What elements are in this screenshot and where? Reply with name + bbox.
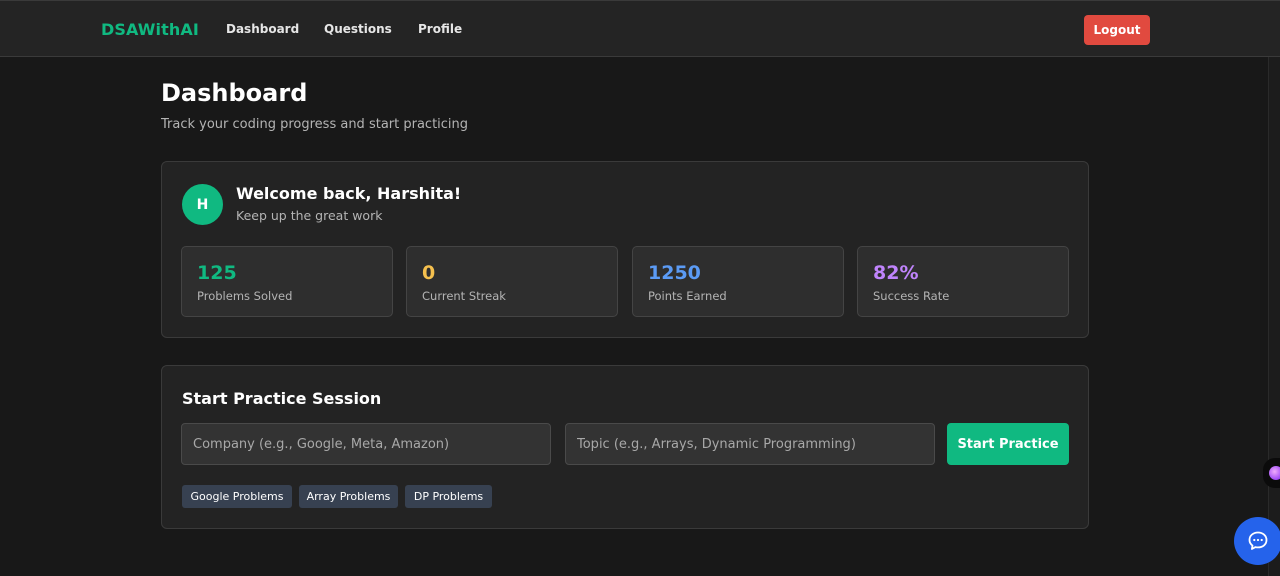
chat-button[interactable] — [1234, 517, 1280, 565]
stat-label: Current Streak — [422, 289, 506, 303]
stat-card-points-earned: 1250 Points Earned — [632, 246, 844, 317]
stat-label: Points Earned — [648, 289, 727, 303]
welcome-title: Welcome back, Harshita! — [236, 184, 462, 203]
avatar: H — [182, 184, 223, 225]
stat-card-success-rate: 82% Success Rate — [857, 246, 1069, 317]
stat-label: Problems Solved — [197, 289, 293, 303]
stat-value: 125 — [197, 262, 237, 284]
assistant-orb-icon[interactable] — [1263, 458, 1280, 488]
welcome-subtitle: Keep up the great work — [236, 208, 383, 223]
chip-google-problems[interactable]: Google Problems — [182, 485, 292, 508]
topic-input[interactable] — [565, 423, 935, 465]
chat-bubble-icon — [1248, 531, 1268, 550]
welcome-card: H Welcome back, Harshita! Keep up the gr… — [161, 161, 1089, 338]
stat-value: 0 — [422, 262, 436, 284]
practice-title: Start Practice Session — [182, 389, 382, 408]
logout-button[interactable]: Logout — [1084, 15, 1150, 45]
stat-label: Success Rate — [873, 289, 950, 303]
stat-value: 1250 — [648, 262, 701, 284]
brand-logo[interactable]: DSAWithAI — [101, 20, 199, 39]
page-subtitle: Track your coding progress and start pra… — [161, 117, 469, 132]
top-navbar: DSAWithAI Dashboard Questions Profile Lo… — [0, 0, 1280, 57]
orb-dot — [1269, 466, 1280, 480]
nav-link-dashboard[interactable]: Dashboard — [226, 22, 299, 36]
chip-array-problems[interactable]: Array Problems — [299, 485, 398, 508]
nav-link-profile[interactable]: Profile — [418, 22, 462, 36]
scrollbar[interactable] — [1268, 57, 1280, 576]
chip-dp-problems[interactable]: DP Problems — [405, 485, 492, 508]
company-input[interactable] — [181, 423, 551, 465]
start-practice-button[interactable]: Start Practice — [947, 423, 1069, 465]
page-title: Dashboard — [161, 79, 308, 107]
stat-card-current-streak: 0 Current Streak — [406, 246, 618, 317]
nav-link-questions[interactable]: Questions — [324, 22, 392, 36]
stat-value: 82% — [873, 262, 919, 284]
stat-card-problems-solved: 125 Problems Solved — [181, 246, 393, 317]
practice-card: Start Practice Session Start Practice Go… — [161, 365, 1089, 529]
